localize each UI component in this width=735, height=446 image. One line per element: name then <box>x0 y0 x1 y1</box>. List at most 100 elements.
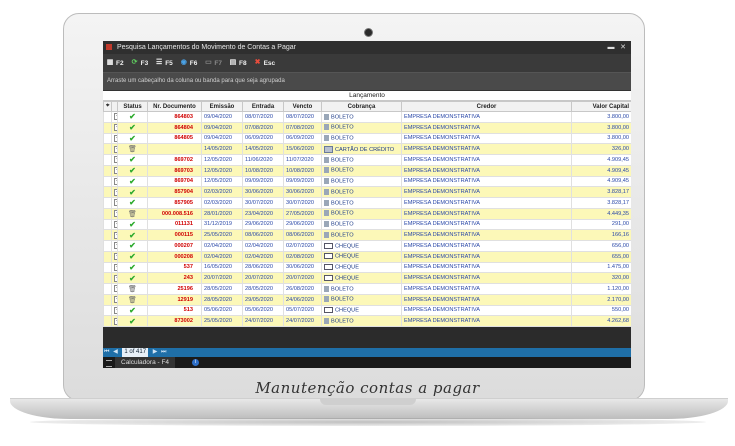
table-row[interactable]: +✔00020702/04/202002/04/202002/07/2020CH… <box>103 240 631 252</box>
valor-cell: 320,00 <box>571 272 631 284</box>
table-row[interactable]: +✔00020802/04/202002/04/202002/08/2020CH… <box>103 250 631 263</box>
expand-icon[interactable]: + <box>114 220 117 228</box>
expand-icon[interactable]: + <box>114 253 117 261</box>
cobranca-cell: BOLETO <box>321 154 402 166</box>
expand-icon[interactable]: + <box>114 113 117 121</box>
cobranca-label: BOLETO <box>331 232 354 239</box>
entrada-cell: 10/08/2020 <box>242 164 284 177</box>
expand-icon[interactable]: + <box>114 199 117 207</box>
document-cell: 864803 <box>147 111 202 123</box>
document-cell: 873002 <box>147 315 202 327</box>
entrada-cell: 02/04/2020 <box>242 250 284 263</box>
expand-icon[interactable]: + <box>114 210 117 218</box>
cobranca-label: BOLETO <box>331 157 354 164</box>
laptop-notch <box>320 399 416 405</box>
tool-f5-button[interactable]: ☰ F5 <box>155 59 173 67</box>
column-header-document[interactable]: Nr. Documento <box>147 101 202 112</box>
filter-icon[interactable]: ⌖ <box>106 103 109 109</box>
next-page-button[interactable]: ▶ <box>153 348 158 357</box>
expand-icon[interactable]: + <box>114 306 117 314</box>
column-header-cobranca[interactable]: Cobrança <box>321 101 402 112</box>
expand-icon[interactable]: + <box>114 124 117 132</box>
table-row[interactable]: +✔86970412/05/202009/09/202009/09/2020BO… <box>103 175 631 188</box>
emissao-cell: 12/05/2020 <box>201 175 243 188</box>
expand-icon[interactable]: + <box>114 167 117 175</box>
tool-label: F7 <box>214 59 222 67</box>
expand-icon[interactable]: + <box>114 231 117 239</box>
table-row[interactable]: +✔24320/07/202020/07/202020/07/2020CHEQU… <box>103 272 631 284</box>
caption: Manutenção contas a pagar <box>255 379 480 397</box>
table-row[interactable]: + 🗑 000.008.51628/01/202023/04/202027/05/2… <box>103 207 631 220</box>
table-row[interactable]: +✔86480509/04/202006/09/202006/09/2020BO… <box>103 132 631 145</box>
tool-f7-button: ▭ F7 <box>204 59 222 67</box>
cobranca-cell: BOLETO <box>321 175 402 188</box>
last-page-button[interactable]: ⏭ <box>161 348 166 357</box>
expand-icon[interactable]: + <box>114 285 117 293</box>
valor-cell: 4.909,45 <box>571 164 631 177</box>
table-row[interactable]: +✔86970312/05/202010/08/202010/08/2020BO… <box>103 164 631 177</box>
table-row[interactable]: + 🗑 1291928/05/202029/05/202024/06/2020 BOL… <box>103 293 631 306</box>
credor-cell: EMPRESA DEMONSTRATIVA <box>401 111 572 123</box>
group-by-area[interactable]: Arraste um cabeçalho da coluna ou banda … <box>103 73 631 91</box>
vencto-cell: 06/09/2020 <box>283 132 322 145</box>
credor-cell: EMPRESA DEMONSTRATIVA <box>401 261 572 274</box>
table-row[interactable]: +✔00011525/05/202008/06/202008/06/2020BO… <box>103 229 631 241</box>
expand-icon[interactable]: + <box>114 134 117 142</box>
expand-icon[interactable]: + <box>114 317 117 325</box>
document-cell: 869704 <box>147 175 202 188</box>
document-icon <box>324 156 329 163</box>
minimize-button[interactable]: ▬ <box>606 41 616 54</box>
cobranca-cell: BOLETO <box>321 315 402 327</box>
table-row[interactable]: +🗑2519628/05/202028/05/202026/08/2020BOL… <box>103 283 631 295</box>
expand-icon[interactable]: + <box>114 263 117 271</box>
emissao-cell: 12/05/2020 <box>201 164 243 177</box>
tool-f2-button[interactable]: ▦ F2 <box>106 59 124 67</box>
column-header-emissao[interactable]: Emissão <box>201 101 243 112</box>
entrada-cell: 30/07/2020 <box>242 197 284 209</box>
table-row[interactable]: +✔86480309/04/202008/07/202008/07/2020BO… <box>103 111 631 123</box>
valor-cell: 656,00 <box>571 240 631 252</box>
expand-icon[interactable]: + <box>114 242 117 250</box>
expand-icon[interactable]: + <box>114 296 117 304</box>
credor-cell: EMPRESA DEMONSTRATIVA <box>401 304 572 317</box>
column-header-credor[interactable]: Credor <box>401 101 572 112</box>
table-row[interactable]: +✔87300225/05/202024/07/202024/07/2020BO… <box>103 315 631 327</box>
table-row[interactable]: +✔51305/06/202005/06/202005/07/2020CHEQU… <box>103 304 631 317</box>
table-row[interactable]: +✔86480409/04/202007/08/202007/08/2020BO… <box>103 121 631 134</box>
row-indicator <box>103 186 112 198</box>
info-icon[interactable]: i <box>192 359 199 366</box>
expand-icon[interactable]: + <box>114 188 117 196</box>
first-page-button[interactable]: ⏮ <box>104 348 109 357</box>
tool-f3-button[interactable]: ⟳ F3 <box>131 59 149 67</box>
column-header-valor[interactable]: Valor Capital <box>571 101 631 112</box>
tool-esc-button[interactable]: ✖ Esc <box>254 59 276 67</box>
table-row[interactable]: +✔01113131/12/201929/06/202029/06/2020BO… <box>103 218 631 231</box>
laptop-shadow <box>30 418 706 426</box>
cobranca-label: BOLETO <box>331 135 354 142</box>
tool-f6-button[interactable]: ◉ F6 <box>180 59 198 67</box>
menu-icon[interactable] <box>106 360 112 367</box>
table-row[interactable]: + ✔ 53716/05/202028/06/202030/06/2020 CHEQU… <box>103 261 631 274</box>
task-calculadora[interactable]: Calculadora - F4 <box>115 357 176 368</box>
document-cell: 537 <box>147 261 202 274</box>
tool-f8-button[interactable]: ▤ F8 <box>229 59 247 67</box>
emissao-cell: 09/04/2020 <box>201 111 243 123</box>
prev-page-button[interactable]: ◀ <box>113 348 118 357</box>
expand-icon[interactable]: + <box>114 145 117 153</box>
cobranca-cell: BOLETO <box>321 229 402 241</box>
close-window-button[interactable]: ✕ <box>618 41 628 54</box>
table-row[interactable]: +🗑14/05/202014/05/202015/06/2020CARTÃO D… <box>103 143 631 155</box>
check-icon: ✔ <box>129 241 136 251</box>
table-row[interactable]: + ✔ 86970212/05/202011/06/202011/07/2020 BO… <box>103 154 631 166</box>
expand-icon[interactable]: + <box>114 274 117 282</box>
table-row[interactable]: +✔85790402/03/202030/06/202030/06/2020BO… <box>103 186 631 198</box>
expand-icon[interactable]: + <box>114 177 117 185</box>
entrada-cell: 08/06/2020 <box>242 229 284 241</box>
credor-cell: EMPRESA DEMONSTRATIVA <box>401 175 572 188</box>
expand-icon[interactable]: + <box>114 156 117 164</box>
table-row[interactable]: +✔85790502/03/202030/07/202030/07/2020BO… <box>103 197 631 209</box>
column-header-entrada[interactable]: Entrada <box>242 101 284 112</box>
entrada-cell: 08/07/2020 <box>242 111 284 123</box>
column-header-vencto[interactable]: Vencto <box>283 101 322 112</box>
column-header-status[interactable]: Status <box>117 101 148 112</box>
